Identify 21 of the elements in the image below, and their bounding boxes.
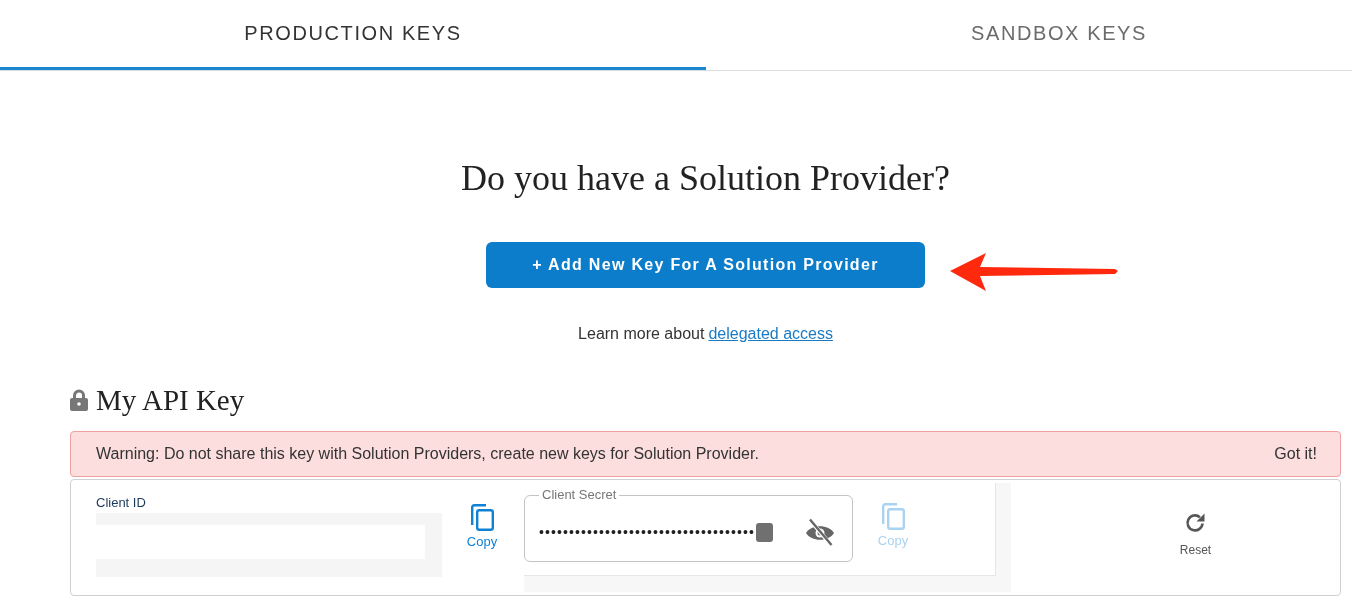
warning-text: Warning: Do not share this key with Solution Providers, create new keys for Solution Provider. <box>96 445 759 463</box>
section-heading: Do you have a Solution Provider? <box>461 157 950 200</box>
copy-icon <box>881 502 905 530</box>
tab[interactable]: PRODUCTION KEYS <box>0 0 706 70</box>
client-secret-field[interactable]: Client Secret •••••••••••••••••••••••••••••••••••• <box>524 487 853 562</box>
lock-icon <box>70 389 88 411</box>
client-secret-label: Client Secret <box>541 487 618 503</box>
client-id-label: Client ID <box>96 495 146 511</box>
dismiss-button[interactable]: Got it! <box>1274 445 1317 463</box>
learn-more-text: Learn more about delegated access <box>578 324 833 344</box>
key-tile-icon[interactable] <box>756 522 774 542</box>
copy-icon <box>470 503 494 531</box>
delegated-access-link[interactable]: delegated access <box>708 325 833 342</box>
api-key-title: My API Key <box>96 383 245 417</box>
tab[interactable]: SANDBOX KEYS <box>706 0 1352 70</box>
copy-button[interactable]: Copy <box>457 480 507 549</box>
reset-button[interactable]: Reset <box>1179 511 1212 557</box>
eye-slash-icon[interactable] <box>805 518 835 546</box>
reset-icon <box>1183 511 1208 535</box>
secret-value: •••••••••••••••••••••••••••••••••••• <box>539 524 756 540</box>
add-key-button[interactable]: + Add New Key For A Solution Provider <box>486 242 925 288</box>
